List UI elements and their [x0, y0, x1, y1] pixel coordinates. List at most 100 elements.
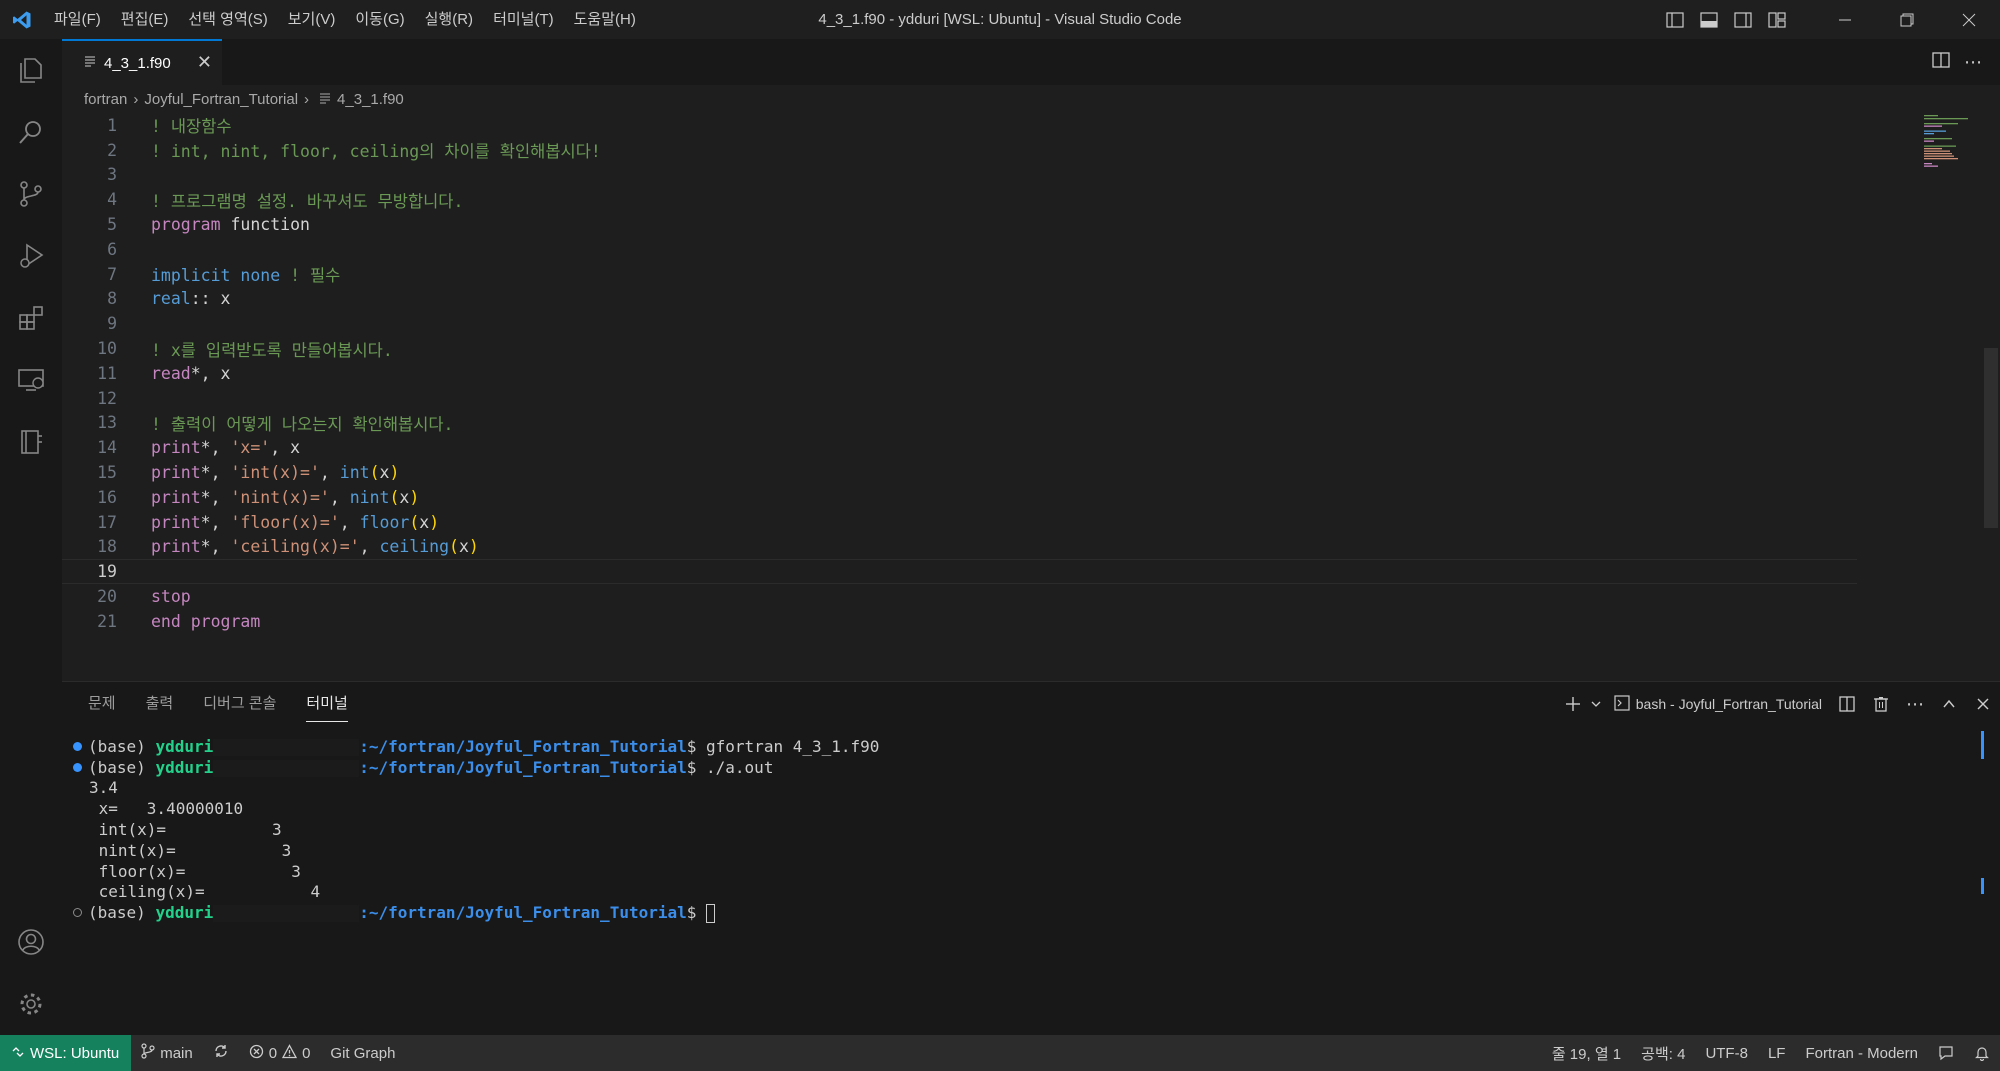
toggle-panel-icon[interactable] — [1692, 0, 1726, 39]
code-editor[interactable]: 1 ! 내장함수 2 ! int, nint, floor, ceiling의 … — [62, 113, 2000, 681]
current-code-line: 19 — [62, 559, 1857, 585]
line-number: 8 — [107, 289, 117, 309]
terminal-name-label: bash - Joyful_Fortran_Tutorial — [1635, 696, 1822, 712]
git-branch[interactable]: main — [131, 1035, 203, 1071]
encoding[interactable]: UTF-8 — [1695, 1035, 1758, 1071]
error-count: 0 — [268, 1044, 278, 1062]
line-number: 10 — [97, 339, 117, 359]
line-text: real:: x — [151, 289, 231, 308]
code-line: 1 ! 내장함수 — [62, 113, 1857, 138]
tab-output[interactable]: 출력 — [146, 682, 174, 726]
terminal-selector[interactable]: bash - Joyful_Fortran_Tutorial — [1614, 694, 1822, 714]
notebook-icon[interactable] — [0, 411, 62, 473]
code-keyword: implicit none — [151, 266, 281, 286]
end-of-line[interactable]: LF — [1758, 1035, 1796, 1071]
line-text: end program — [151, 612, 260, 631]
menu-go[interactable]: 이동(G) — [345, 0, 414, 39]
vscode-logo-icon — [0, 0, 44, 39]
line-text: ! 출력이 어떻게 나오는지 확인해봅시다. — [151, 414, 454, 434]
customize-layout-icon[interactable] — [1760, 0, 1794, 39]
language-mode[interactable]: Fortran - Modern — [1795, 1035, 1928, 1071]
minimize-icon[interactable] — [1814, 0, 1876, 39]
line-text: read*, x — [151, 364, 231, 383]
maximize-panel-icon[interactable] — [1932, 682, 1966, 726]
indentation[interactable]: 공백: 4 — [1631, 1035, 1695, 1071]
cursor-position[interactable]: 줄 19, 열 1 — [1542, 1035, 1631, 1071]
close-panel-icon[interactable] — [1966, 682, 2000, 726]
remote-indicator[interactable]: WSL: Ubuntu — [0, 1035, 132, 1071]
terminal-scroll-marker — [1981, 878, 1984, 894]
menu-edit[interactable]: 편집(E) — [111, 0, 179, 39]
menu-terminal[interactable]: 터미널(T) — [483, 0, 564, 39]
extensions-icon[interactable] — [0, 287, 62, 349]
tab-terminal[interactable]: 터미널 — [306, 682, 349, 726]
remote-icon — [12, 1045, 24, 1062]
line-text: print*, 'x=', x — [151, 438, 300, 457]
line-number: 9 — [107, 314, 117, 334]
terminal-output[interactable]: (base) ydduri:~/fortran/Joyful_Fortran_T… — [62, 731, 1992, 1026]
code-plain: *, x — [190, 363, 231, 383]
tab-debug-console[interactable]: 디버그 콘솔 — [203, 682, 276, 726]
editor-tab[interactable]: 4_3_1.f90 ✕ — [62, 39, 222, 85]
status-bar: WSL: Ubuntu main 0 0 Git Graph 줄 19, 열 1… — [0, 1035, 2000, 1071]
close-window-icon[interactable] — [1938, 0, 2000, 39]
sync-icon — [213, 1043, 229, 1063]
sync-button[interactable] — [203, 1035, 239, 1071]
tab-problems[interactable]: 문제 — [88, 682, 116, 726]
breadcrumb: fortran › Joyful_Fortran_Tutorial › 4_3_… — [62, 85, 2000, 113]
git-branch-icon — [141, 1043, 155, 1063]
trash-icon[interactable] — [1864, 682, 1898, 726]
line-number: 15 — [97, 463, 117, 483]
feedback-icon[interactable] — [1928, 1035, 1964, 1071]
menu-bar: 파일(F) 편집(E) 선택 영역(S) 보기(V) 이동(G) 실행(R) 터… — [44, 0, 646, 39]
code-line: 16 print*, 'nint(x)=', nint(x) — [62, 485, 1857, 510]
remote-explorer-icon[interactable] — [0, 349, 62, 411]
code-keyword: end program — [151, 611, 261, 631]
menu-run[interactable]: 실행(R) — [415, 0, 483, 39]
breadcrumb-item[interactable]: fortran — [84, 91, 127, 108]
restore-icon[interactable] — [1876, 0, 1938, 39]
chevron-down-icon[interactable] — [1586, 682, 1606, 726]
more-actions-icon[interactable]: ⋯ — [1964, 52, 1982, 73]
line-number: 18 — [97, 537, 117, 557]
run-debug-icon[interactable] — [0, 225, 62, 287]
breadcrumb-item[interactable]: Joyful_Fortran_Tutorial — [144, 91, 298, 108]
split-terminal-icon[interactable] — [1830, 682, 1864, 726]
command-success-icon[interactable] — [73, 762, 82, 772]
title-bar: 파일(F) 편집(E) 선택 영역(S) 보기(V) 이동(G) 실행(R) 터… — [0, 0, 2000, 39]
notifications-bell-icon[interactable] — [1964, 1035, 2000, 1071]
git-graph-button[interactable]: Git Graph — [320, 1035, 405, 1071]
problems-indicator[interactable]: 0 0 — [239, 1035, 321, 1071]
close-tab-icon[interactable]: ✕ — [197, 52, 212, 73]
code-line: 13 ! 출력이 어떻게 나오는지 확인해봅시다. — [62, 411, 1857, 436]
explorer-icon[interactable] — [0, 39, 62, 101]
more-actions-icon[interactable]: ⋯ — [1898, 682, 1932, 726]
code-line: 5 program function — [62, 212, 1857, 237]
split-editor-icon[interactable] — [1932, 51, 1950, 73]
activity-bar — [0, 39, 62, 1035]
code-line: 17 print*, 'floor(x)=', floor(x) — [62, 510, 1857, 535]
code-line: 11 read*, x — [62, 361, 1857, 386]
breadcrumb-item[interactable]: 4_3_1.f90 — [337, 91, 404, 108]
code-line: 10 ! x를 입력받도록 만들어봅시다. — [62, 336, 1857, 361]
menu-selection[interactable]: 선택 영역(S) — [178, 0, 277, 39]
new-terminal-icon[interactable] — [1560, 682, 1586, 726]
toggle-primary-sidebar-icon[interactable] — [1658, 0, 1692, 39]
menu-help[interactable]: 도움말(H) — [564, 0, 646, 39]
line-text: stop — [151, 587, 191, 606]
menu-file[interactable]: 파일(F) — [44, 0, 111, 39]
search-icon[interactable] — [0, 101, 62, 163]
editor-scrollbar-thumb[interactable] — [1984, 348, 1998, 528]
command-success-icon[interactable] — [73, 742, 82, 751]
code-plain: *, — [200, 463, 231, 483]
code-line: 9 — [62, 311, 1857, 336]
account-icon[interactable] — [0, 911, 62, 973]
source-control-icon[interactable] — [0, 163, 62, 225]
command-pending-icon[interactable] — [73, 908, 82, 918]
code-plain: :: x — [190, 289, 231, 309]
line-number: 21 — [97, 611, 117, 631]
menu-view[interactable]: 보기(V) — [278, 0, 346, 39]
settings-gear-icon[interactable] — [0, 973, 62, 1035]
minimap[interactable] — [1922, 113, 1982, 173]
toggle-secondary-sidebar-icon[interactable] — [1726, 0, 1760, 39]
